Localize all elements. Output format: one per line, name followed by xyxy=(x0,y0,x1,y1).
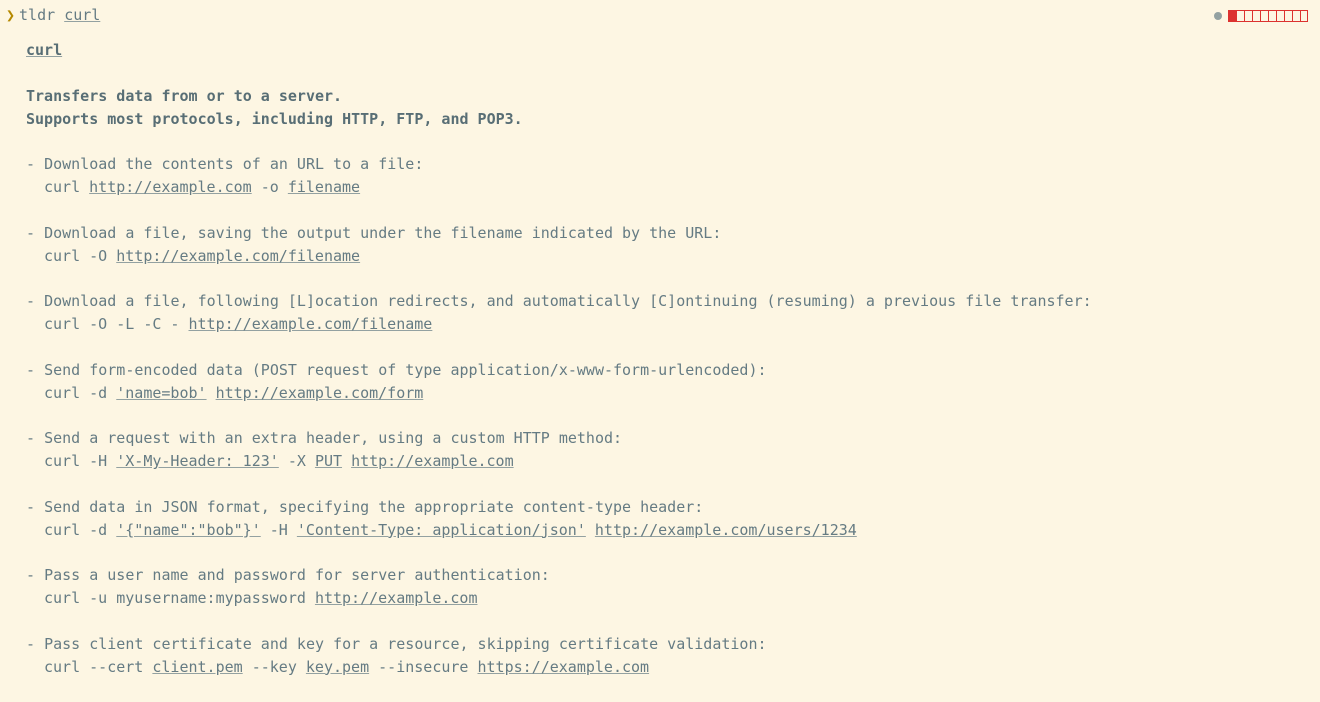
cmd-placeholder: filename xyxy=(288,178,360,196)
example-description: Send data in JSON format, specifying the… xyxy=(26,496,1320,519)
cmd-placeholder: http://example.com/filename xyxy=(116,247,360,265)
cmd-text: curl -d xyxy=(44,384,116,402)
example-description: Pass client certificate and key for a re… xyxy=(26,633,1320,656)
cmd-placeholder: http://example.com xyxy=(351,452,514,470)
example-command: curl -O http://example.com/filename xyxy=(26,245,1320,268)
status-cell xyxy=(1276,10,1284,22)
cmd-text: -o xyxy=(252,178,288,196)
cmd-placeholder: PUT xyxy=(315,452,342,470)
example-description: Download a file, following [L]ocation re… xyxy=(26,290,1320,313)
page-summary: Transfers data from or to a server. Supp… xyxy=(26,85,1320,132)
example-item: Download a file, saving the output under… xyxy=(26,222,1320,269)
example-item: Send a request with an extra header, usi… xyxy=(26,427,1320,474)
cmd-text: curl -d xyxy=(44,521,116,539)
example-command: curl http://example.com -o filename xyxy=(26,176,1320,199)
prompt-arg-text: curl xyxy=(64,6,100,24)
example-item: Send data in JSON format, specifying the… xyxy=(26,496,1320,543)
example-description: Pass a user name and password for server… xyxy=(26,564,1320,587)
cmd-text xyxy=(207,384,216,402)
cmd-placeholder: key.pem xyxy=(306,658,369,676)
cmd-placeholder: http://example.com/form xyxy=(216,384,424,402)
cmd-text: -H xyxy=(261,521,297,539)
cmd-placeholder: http://example.com/users/1234 xyxy=(595,521,857,539)
terminal[interactable]: ❯ tldr curl curl Transfers data from or … xyxy=(0,4,1320,702)
prompt-command: tldr curl xyxy=(19,4,100,27)
status-cell xyxy=(1292,10,1300,22)
status-indicator xyxy=(1214,10,1308,22)
cmd-placeholder: http://example.com xyxy=(89,178,252,196)
status-cell xyxy=(1300,10,1308,22)
cmd-placeholder: http://example.com/filename xyxy=(189,315,433,333)
example-item: Pass client certificate and key for a re… xyxy=(26,633,1320,680)
cmd-text: -X xyxy=(279,452,315,470)
status-cells xyxy=(1228,10,1308,22)
example-command: curl -d '{"name":"bob"}' -H 'Content-Typ… xyxy=(26,519,1320,542)
cmd-text xyxy=(342,452,351,470)
example-item: Pass a user name and password for server… xyxy=(26,564,1320,611)
example-description: Download a file, saving the output under… xyxy=(26,222,1320,245)
cmd-text: curl -O -L -C - xyxy=(44,315,189,333)
status-cell xyxy=(1268,10,1276,22)
example-command: curl -H 'X-My-Header: 123' -X PUT http:/… xyxy=(26,450,1320,473)
cmd-text: curl -u myusername:mypassword xyxy=(44,589,315,607)
cmd-placeholder: 'Content-Type: application/json' xyxy=(297,521,586,539)
page-title: curl xyxy=(26,39,62,62)
example-item: Send form-encoded data (POST request of … xyxy=(26,359,1320,406)
example-description: Download the contents of an URL to a fil… xyxy=(26,153,1320,176)
status-cell xyxy=(1260,10,1268,22)
cmd-text: curl --cert xyxy=(44,658,152,676)
example-command: curl -u myusername:mypassword http://exa… xyxy=(26,587,1320,610)
prompt-line: ❯ tldr curl xyxy=(0,4,1320,27)
cmd-text: --key xyxy=(243,658,306,676)
status-cell xyxy=(1252,10,1260,22)
cmd-placeholder: '{"name":"bob"}' xyxy=(116,521,261,539)
example-item: Download a file, following [L]ocation re… xyxy=(26,290,1320,337)
status-dot-icon xyxy=(1214,12,1222,20)
status-cell xyxy=(1284,10,1292,22)
status-cell xyxy=(1228,10,1236,22)
cmd-text: curl xyxy=(44,178,89,196)
cmd-text xyxy=(586,521,595,539)
cmd-placeholder: client.pem xyxy=(152,658,242,676)
example-description: Send a request with an extra header, usi… xyxy=(26,427,1320,450)
example-command: curl -O -L -C - http://example.com/filen… xyxy=(26,313,1320,336)
cmd-text: curl -H xyxy=(44,452,116,470)
prompt-cmd-text: tldr xyxy=(19,6,55,24)
status-cell xyxy=(1236,10,1244,22)
example-description: Send form-encoded data (POST request of … xyxy=(26,359,1320,382)
cmd-placeholder: 'name=bob' xyxy=(116,384,206,402)
prompt-symbol: ❯ xyxy=(6,4,15,27)
cmd-placeholder: https://example.com xyxy=(478,658,650,676)
example-command: curl --cert client.pem --key key.pem --i… xyxy=(26,656,1320,679)
example-item: Download the contents of an URL to a fil… xyxy=(26,153,1320,200)
cmd-placeholder: 'X-My-Header: 123' xyxy=(116,452,279,470)
examples-list: Download the contents of an URL to a fil… xyxy=(26,153,1320,679)
example-command: curl -d 'name=bob' http://example.com/fo… xyxy=(26,382,1320,405)
cmd-placeholder: http://example.com xyxy=(315,589,478,607)
cmd-text: curl -O xyxy=(44,247,116,265)
cmd-text: --insecure xyxy=(369,658,477,676)
status-cell xyxy=(1244,10,1252,22)
tldr-output: curl Transfers data from or to a server.… xyxy=(0,27,1320,679)
